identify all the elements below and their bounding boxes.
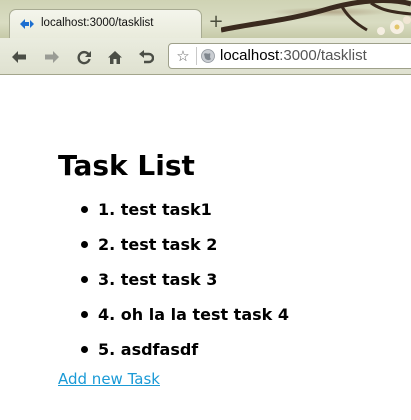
url-path: :3000/tasklist [279, 47, 367, 64]
bullet-icon [81, 241, 88, 248]
address-bar[interactable]: ☆ localhost:3000/tasklist [168, 43, 411, 69]
back-arrow-icon [12, 51, 26, 63]
task-label: 2. test task 2 [98, 235, 218, 254]
list-item: 4. oh la la test task 4 [58, 305, 289, 340]
bullet-icon [81, 276, 88, 283]
list-item: 1. test task1 [58, 200, 289, 235]
tab-title: localhost:3000/tasklist [41, 17, 154, 29]
rails-favicon-icon [20, 19, 34, 29]
home-button[interactable] [104, 47, 126, 67]
bullet-icon [81, 311, 88, 318]
new-tab-button[interactable]: + [206, 12, 226, 32]
reload-button[interactable] [73, 47, 95, 67]
browser-tab[interactable]: localhost:3000/tasklist [9, 9, 202, 38]
task-label: 3. test task 3 [98, 270, 218, 289]
list-item: 2. test task 2 [58, 235, 289, 270]
back-button[interactable] [8, 47, 30, 67]
address-bar-divider [196, 47, 197, 65]
task-label: 5. asdfasdf [98, 340, 199, 359]
bullet-icon [81, 206, 88, 213]
home-icon [108, 50, 122, 64]
forward-arrow-icon [45, 51, 59, 63]
reload-icon [77, 50, 91, 65]
globe-icon [201, 49, 215, 63]
list-item: 3. test task 3 [58, 270, 289, 305]
bullet-icon [81, 346, 88, 353]
navigation-toolbar: ☆ localhost:3000/tasklist [0, 38, 411, 75]
theme-branch-decoration [221, 0, 411, 35]
task-label: 1. test task1 [98, 200, 212, 219]
history-button[interactable] [135, 47, 157, 67]
url-host: localhost [220, 47, 280, 64]
task-list: 1. test task1 2. test task 2 3. test tas… [58, 200, 289, 375]
forward-button[interactable] [41, 47, 63, 67]
star-icon[interactable]: ☆ [173, 46, 193, 66]
history-undo-icon [139, 49, 154, 63]
page-content: Task List 1. test task1 2. test task 2 3… [0, 76, 411, 420]
url-text[interactable]: localhost:3000/tasklist [220, 47, 367, 64]
browser-tab-strip: localhost:3000/tasklist + [0, 0, 411, 38]
task-label: 4. oh la la test task 4 [98, 305, 289, 324]
add-new-task-link[interactable]: Add new Task [58, 370, 160, 388]
page-title: Task List [58, 149, 195, 182]
